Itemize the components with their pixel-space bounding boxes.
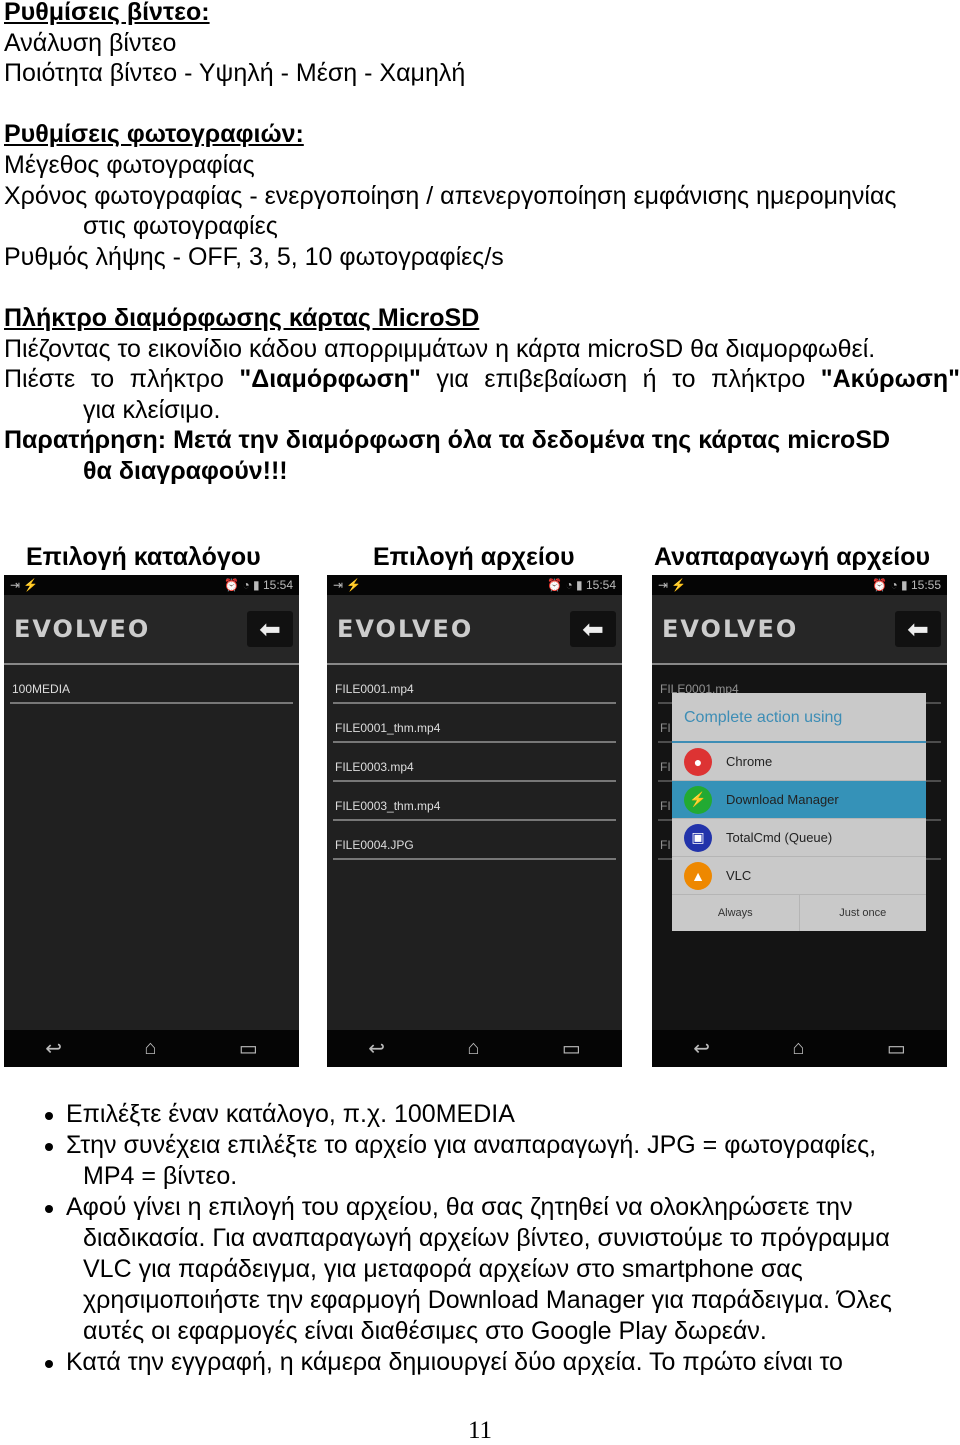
nav-bar: ↩ ⌂ ▭ (652, 1030, 947, 1067)
page-number: 11 (467, 1417, 493, 1444)
bold-text: "Ακύρωση" (820, 365, 960, 394)
phone-screenshot: ⇥ ⚡ ⏰ ◔ ▮ 15:54 EVOLVEO ⬅ 100MEDIA ↩ ⌂ ▭ (4, 575, 299, 1067)
recent-apps-icon[interactable]: ▭ (562, 1036, 581, 1061)
text: MP4 = βίντεο. (83, 1162, 238, 1190)
evolveo-logo: EVOLVEO (337, 615, 474, 643)
note-line: Παρατήρηση: Μετά την διαμόρφωση όλα τα δ… (4, 426, 891, 455)
app-header: EVOLVEO ⬅ (4, 595, 299, 665)
app-icon: ● (684, 747, 712, 776)
nav-bar: ↩ ⌂ ▭ (4, 1030, 299, 1067)
app-icon: ▲ (684, 861, 712, 890)
file-list-item[interactable]: FILE0001_thm.mp4 (333, 704, 616, 743)
always-button[interactable]: Always (672, 895, 800, 931)
app-option[interactable]: ⚡ Download Manager (672, 781, 926, 819)
app-header: EVOLVEO ⬅ (327, 595, 622, 665)
nav-bar: ↩ ⌂ ▭ (327, 1030, 622, 1067)
app-name: Download Manager (726, 792, 839, 807)
text: για επιβεβαίωση ή το πλήκτρο (420, 365, 821, 394)
list-item: Κατά την εγγραφή, η κάμερα δημιουργεί δύ… (4, 1347, 960, 1378)
text: Πιέστε το πλήκτρο (4, 365, 240, 394)
back-icon[interactable]: ↩ (368, 1036, 385, 1061)
status-bar: ⇥ ⚡ ⏰ ◔ ▮ 15:55 (652, 575, 947, 595)
list-item: Αφού γίνει η επιλογή του αρχείου, θα σας… (4, 1192, 960, 1347)
text-line: Μέγεθος φωτογραφίας (4, 150, 255, 179)
dialog-title: Complete action using (672, 693, 926, 743)
home-icon[interactable]: ⌂ (144, 1037, 156, 1060)
status-icons: ⇥ ⚡ (658, 578, 687, 592)
text-line: Ποιότητα βίντεο - Υψηλή - Μέση - Χαμηλή (4, 59, 466, 88)
status-time: ⏰ ◔ ▮ 15:54 (224, 578, 293, 592)
back-arrow-icon[interactable]: ⬅ (895, 611, 941, 647)
bullet-list: Επιλέξτε έναν κατάλογο, π.χ. 100MEDIA Στ… (4, 1099, 960, 1378)
app-name: TotalCmd (Queue) (726, 830, 833, 845)
app-icon: ▣ (684, 823, 712, 852)
file-list-item[interactable]: FILE0001.mp4 (333, 665, 616, 704)
video-heading: Ρυθμίσεις βίντεο: (4, 0, 210, 26)
phone-screenshot: ⇥ ⚡ ⏰ ◔ ▮ 15:55 EVOLVEO ⬅ FILE0001.mp4 FI FI F… (652, 575, 947, 1067)
text-line: για κλείσιμο. (83, 395, 221, 424)
back-icon[interactable]: ↩ (45, 1036, 62, 1061)
caption: Επιλογή καταλόγου (26, 543, 261, 571)
caption: Επιλογή αρχείου (373, 543, 575, 571)
recent-apps-icon[interactable]: ▭ (887, 1036, 906, 1061)
file-list-item[interactable]: FILE0004.JPG (333, 821, 616, 860)
back-icon[interactable]: ↩ (693, 1036, 710, 1061)
app-icon: ⚡ (684, 785, 712, 814)
text: χρησιμοποιήστε την εφαρμογή Download Man… (83, 1286, 892, 1314)
evolveo-logo: EVOLVEO (662, 615, 799, 643)
text: Κατά την εγγραφή, η κάμερα δημιουργεί δύ… (66, 1348, 843, 1376)
list-item: Επιλέξτε έναν κατάλογο, π.χ. 100MEDIA (4, 1099, 960, 1130)
evolveo-logo: EVOLVEO (14, 615, 151, 643)
back-arrow-icon[interactable]: ⬅ (570, 611, 616, 647)
list-item: Στην συνέχεια επιλέξτε το αρχείο για ανα… (4, 1130, 960, 1192)
text-line: Πιέζοντας το εικονίδιο κάδου απορριμμάτω… (4, 334, 876, 363)
file-list-item[interactable]: 100MEDIA (10, 665, 293, 704)
recent-apps-icon[interactable]: ▭ (239, 1036, 258, 1061)
text: διαδικασία. Για αναπαραγωγή αρχείων βίντ… (83, 1224, 890, 1252)
app-option[interactable]: ▲ VLC (672, 857, 926, 895)
phone-screenshot: ⇥ ⚡ ⏰ ◔ ▮ 15:54 EVOLVEO ⬅ FILE0001.mp4 FILE0… (327, 575, 622, 1067)
home-icon[interactable]: ⌂ (467, 1037, 479, 1060)
file-list-item[interactable]: FILE0003_thm.mp4 (333, 782, 616, 821)
caption: Αναπαραγωγή αρχείου (654, 543, 931, 571)
file-list-item[interactable]: FILE0003.mp4 (333, 743, 616, 782)
just-once-button[interactable]: Just once (800, 895, 927, 931)
home-icon[interactable]: ⌂ (792, 1037, 804, 1060)
app-header: EVOLVEO ⬅ (652, 595, 947, 665)
complete-action-dialog: Complete action using ● Chrome ⚡ Download Ma… (672, 693, 926, 931)
status-bar: ⇥ ⚡ ⏰ ◔ ▮ 15:54 (4, 575, 299, 595)
text-line: Πιέστε το πλήκτρο "Διαμόρφωση" για επιβε… (4, 364, 960, 395)
text: VLC για παράδειγμα, για μεταφορά αρχείων… (83, 1255, 803, 1283)
text: Αφού γίνει η επιλογή του αρχείου, θα σας… (66, 1193, 853, 1221)
status-icons: ⇥ ⚡ (10, 578, 39, 592)
text: Στην συνέχεια επιλέξτε το αρχείο για ανα… (66, 1131, 877, 1159)
status-icons: ⇥ ⚡ (333, 578, 362, 592)
text-line: Ρυθμός λήψης - OFF, 3, 5, 10 φωτογραφίες… (4, 242, 504, 271)
app-name: VLC (726, 868, 752, 883)
text: αυτές οι εφαρμογές είναι διαθέσιμες στο … (83, 1317, 767, 1345)
status-time: ⏰ ◔ ▮ 15:55 (872, 578, 941, 592)
text-line: Χρόνος φωτογραφίας - ενεργοποίηση / απεν… (4, 181, 897, 210)
format-heading: Πλήκτρο διαμόρφωσης κάρτας MicroSD (4, 303, 480, 332)
text-line: Ανάλυση βίντεο (4, 28, 177, 57)
bold-text: "Διαμόρφωση" (239, 365, 421, 394)
text-line: στις φωτογραφίες (83, 212, 278, 241)
status-bar: ⇥ ⚡ ⏰ ◔ ▮ 15:54 (327, 575, 622, 595)
document-text: Ρυθμίσεις βίντεο: Ανάλυση βίντεο Ποιότητ… (4, 0, 960, 487)
app-option[interactable]: ▣ TotalCmd (Queue) (672, 819, 926, 857)
status-time: ⏰ ◔ ▮ 15:54 (547, 578, 616, 592)
text: Επιλέξτε έναν κατάλογο, π.χ. 100MEDIA (66, 1100, 515, 1128)
note-line: θα διαγραφούν!!! (83, 456, 288, 485)
photo-heading: Ρυθμίσεις φωτογραφιών: (4, 120, 304, 149)
back-arrow-icon[interactable]: ⬅ (247, 611, 293, 647)
app-option[interactable]: ● Chrome (672, 743, 926, 781)
app-name: Chrome (726, 754, 773, 769)
